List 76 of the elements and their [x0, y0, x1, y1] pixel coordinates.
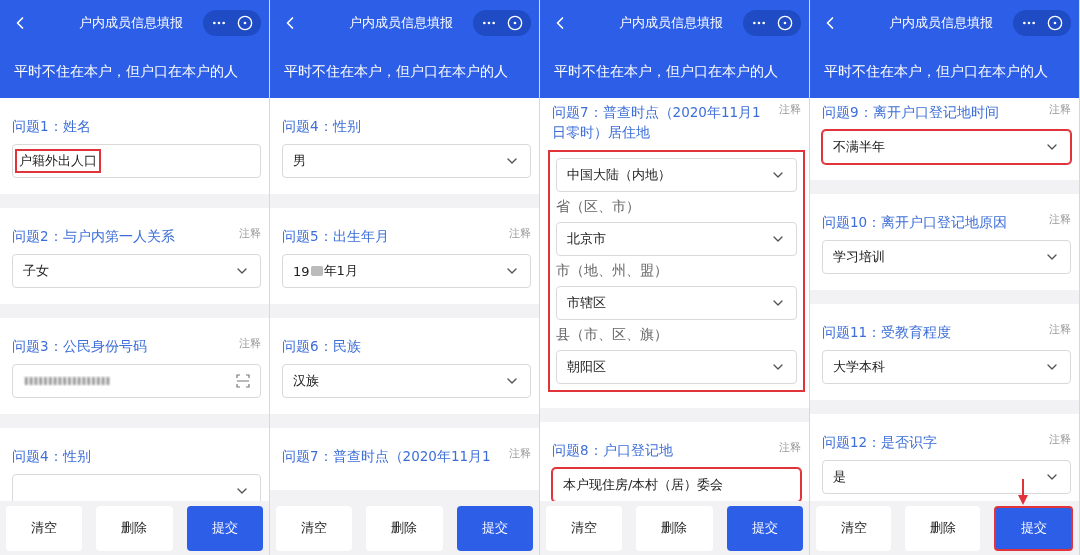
question-label: 问题9：离开户口登记地时间 — [822, 103, 999, 122]
question-label: 问题4：性别 — [12, 447, 91, 466]
field-value: 男 — [293, 152, 306, 170]
select-field[interactable]: 是 — [822, 460, 1071, 494]
field-value: 学习培训 — [833, 248, 885, 266]
action-button[interactable]: 删除 — [636, 506, 713, 551]
field-value: 朝阳区 — [567, 358, 606, 376]
question-label: 问题5：出生年月 — [282, 227, 389, 246]
capsule-menu[interactable] — [1013, 9, 1071, 36]
question-label: 问题12：是否识字 — [822, 433, 938, 452]
select-field[interactable]: 市辖区 — [556, 286, 797, 320]
page-title: 户内成员信息填报 — [347, 13, 454, 32]
pointer-arrow — [1017, 479, 1029, 505]
question-label: 问题2：与户内第一人关系 — [12, 227, 175, 246]
select-field[interactable]: 朝阳区 — [556, 350, 797, 384]
submit-button[interactable]: 提交 — [186, 506, 263, 551]
action-button[interactable]: 删除 — [366, 506, 443, 551]
action-button[interactable]: 清空 — [276, 506, 353, 551]
select-field[interactable]: 子女 — [12, 254, 261, 288]
select-field[interactable]: 不满半年 — [822, 130, 1071, 164]
field-value: 户籍外出人口 — [15, 149, 101, 173]
field-value: 中国大陆（内地） — [567, 166, 671, 184]
field-caption: 县（市、区、旗） — [556, 326, 669, 344]
blurred-text — [309, 265, 324, 277]
field-value: 北京市 — [567, 230, 606, 248]
page-title: 户内成员信息填报 — [887, 13, 994, 32]
action-button[interactable]: 清空 — [816, 506, 891, 551]
capsule-menu[interactable] — [203, 9, 261, 36]
subtitle: 平时不住在本户，但户口在本户的人 — [824, 62, 1048, 81]
select-field[interactable]: 学习培训 — [822, 240, 1071, 274]
capsule-menu[interactable] — [743, 9, 801, 36]
field-value: 大学本科 — [833, 358, 885, 376]
question-label: 问题4：性别 — [282, 117, 361, 136]
submit-button[interactable]: 提交 — [456, 506, 533, 551]
field-caption: 省（区、市） — [556, 198, 641, 216]
target-icon[interactable] — [777, 14, 793, 31]
subtitle: 平时不住在本户，但户口在本户的人 — [554, 62, 778, 81]
target-icon[interactable] — [237, 14, 253, 31]
page-title: 户内成员信息填报 — [617, 13, 724, 32]
id-number-field[interactable] — [12, 364, 261, 398]
submit-button[interactable]: 提交 — [726, 506, 803, 551]
question-label: 问题8：户口登记地 — [552, 441, 673, 460]
question-label: 问题6：民族 — [282, 337, 361, 356]
capsule-menu[interactable] — [473, 9, 531, 36]
select-field[interactable]: 大学本科 — [822, 350, 1071, 384]
target-icon[interactable] — [1047, 14, 1063, 31]
select-field[interactable]: 中国大陆（内地） — [556, 158, 797, 192]
select-field[interactable]: 19 年1月 — [282, 254, 531, 288]
action-button[interactable]: 删除 — [96, 506, 173, 551]
field-caption: 市（地、州、盟） — [556, 262, 669, 280]
field-value: 汉族 — [293, 372, 319, 390]
target-icon[interactable] — [507, 14, 523, 31]
question-label: 问题10：离开户口登记地原因 — [822, 213, 1008, 232]
question-label: 问题3：公民身份号码 — [12, 337, 147, 356]
subtitle: 平时不住在本户，但户口在本户的人 — [14, 62, 238, 81]
text-field[interactable]: 户籍外出人口 — [12, 144, 261, 178]
select-field[interactable] — [12, 474, 261, 501]
action-button[interactable]: 清空 — [546, 506, 623, 551]
action-button[interactable]: 清空 — [6, 506, 83, 551]
field-value: 不满半年 — [833, 138, 885, 156]
text-field[interactable]: 本户现住房/本村（居）委会 — [552, 468, 801, 501]
page-title: 户内成员信息填报 — [77, 13, 184, 32]
field-value: 子女 — [23, 262, 49, 280]
select-field[interactable]: 汉族 — [282, 364, 531, 398]
subtitle: 平时不住在本户，但户口在本户的人 — [284, 62, 508, 81]
submit-button[interactable]: 提交 — [994, 506, 1073, 551]
field-value: 19 年1月 — [293, 262, 358, 280]
select-field[interactable]: 北京市 — [556, 222, 797, 256]
question-label: 问题1：姓名 — [12, 117, 91, 136]
field-value: 是 — [833, 468, 846, 486]
action-button[interactable]: 删除 — [905, 506, 980, 551]
question-label: 问题7：普查时点（2020年11月1日零时）居住地 — [552, 103, 762, 142]
question-label: 问题7：普查时点（2020年11月1 — [282, 447, 491, 466]
field-value: 市辖区 — [567, 294, 606, 312]
select-field[interactable]: 男 — [282, 144, 531, 178]
question-label: 问题11：受教育程度 — [822, 323, 952, 342]
